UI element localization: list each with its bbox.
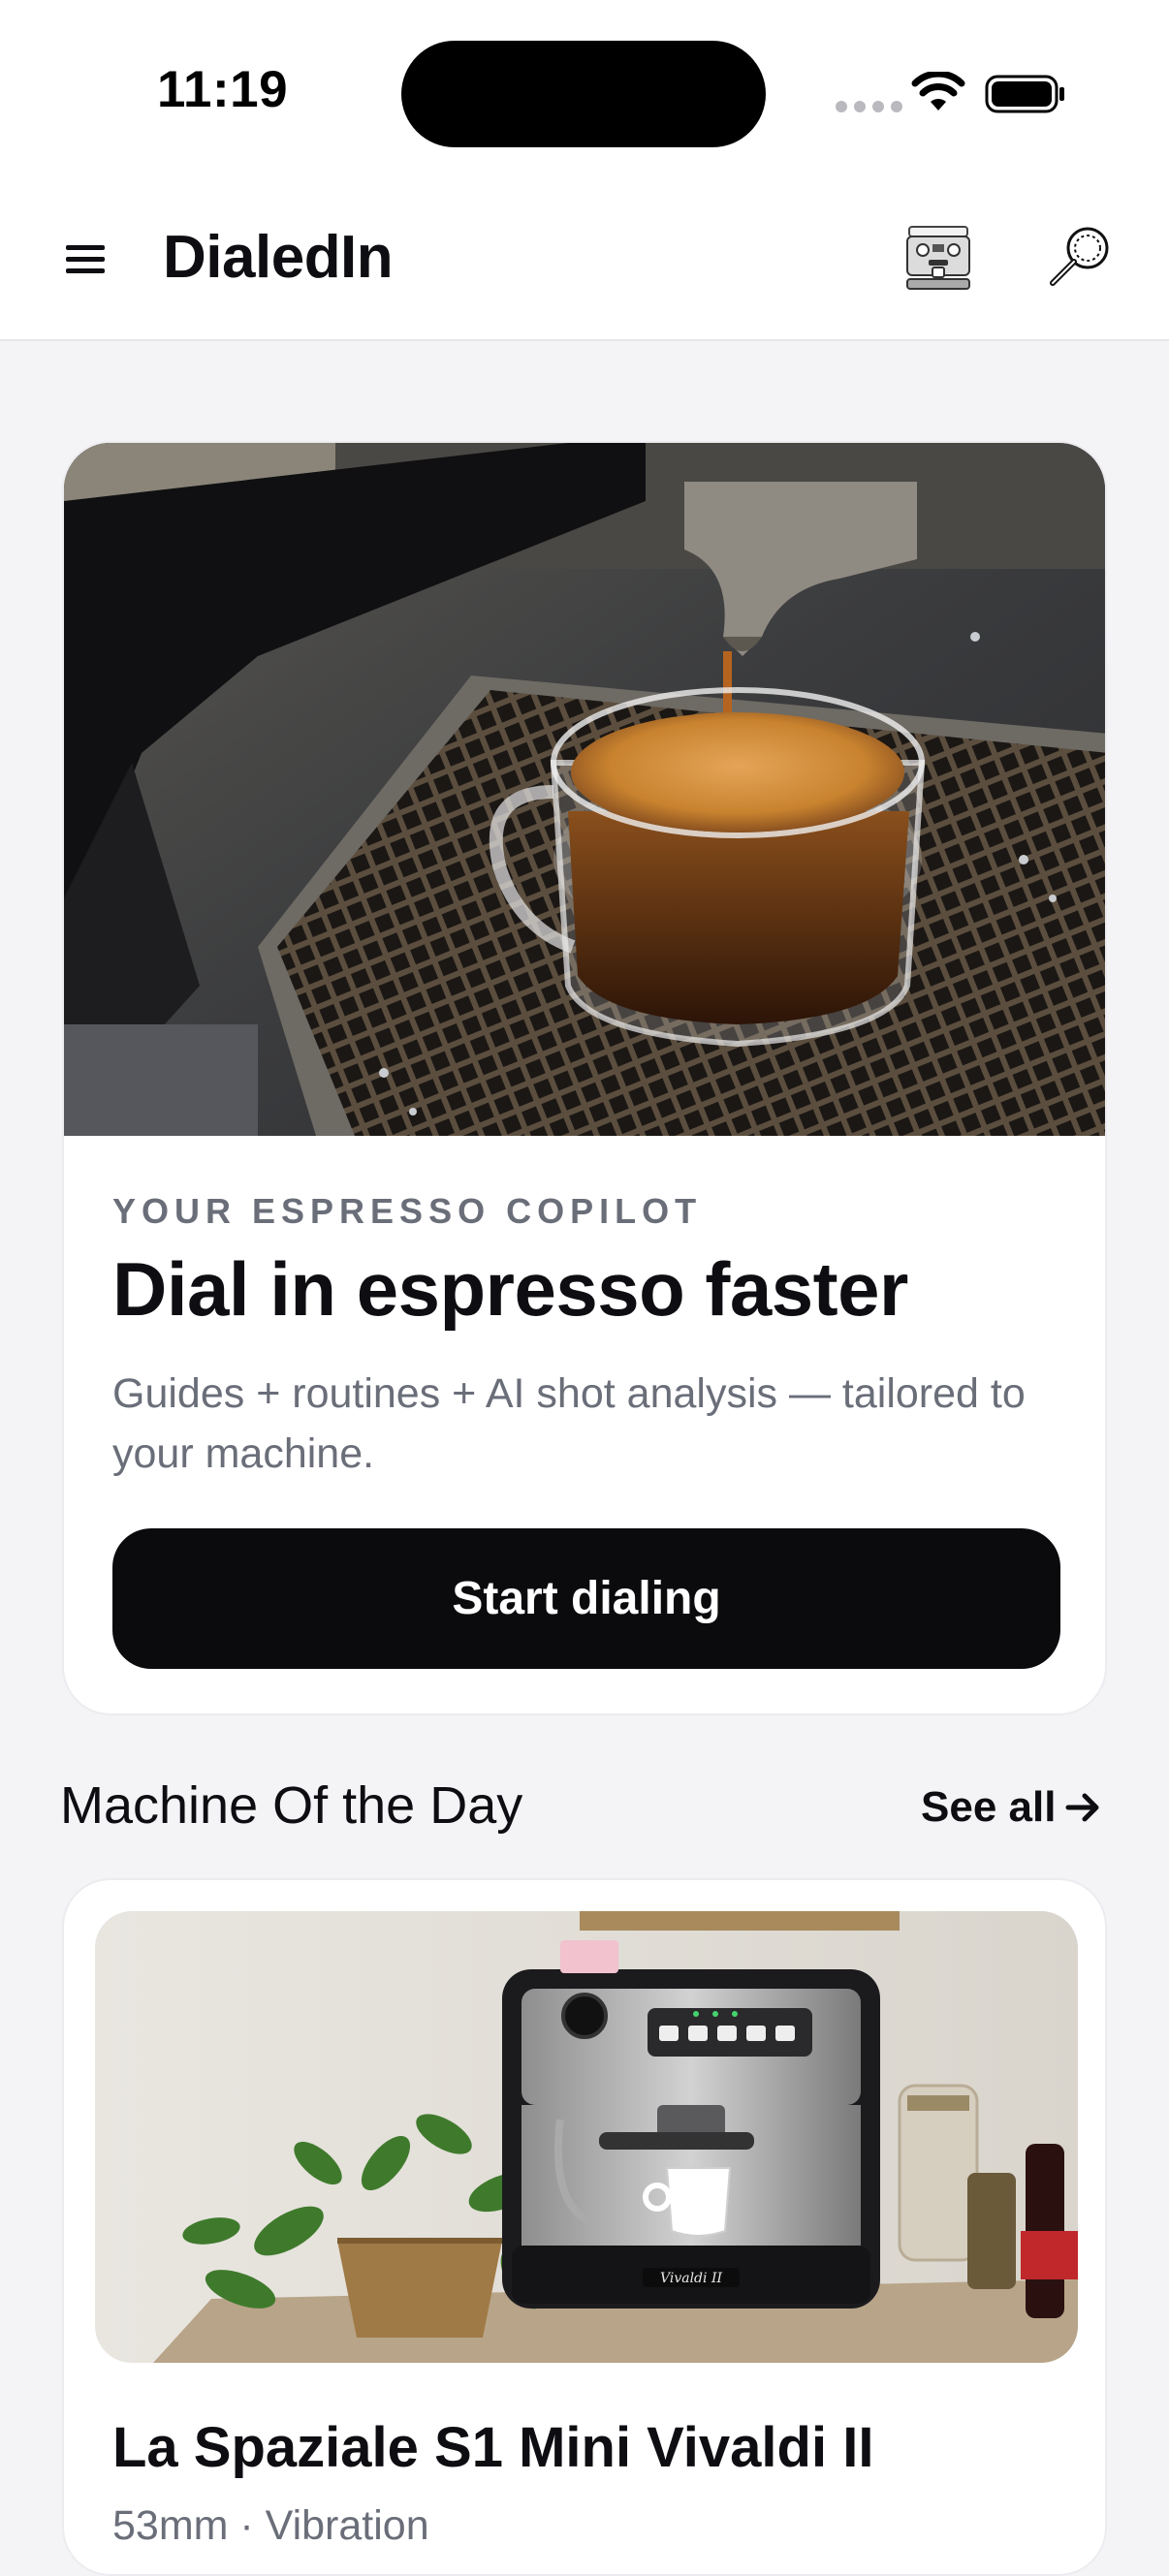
- hero-eyebrow: YOUR ESPRESSO COPILOT: [112, 1191, 703, 1231]
- espresso-shot-photo: [64, 443, 1105, 1136]
- wifi-icon: [911, 72, 965, 110]
- hero-subtitle: Guides + routines + AI shot analysis — t…: [112, 1370, 1026, 1477]
- espresso-machine-photo[interactable]: Vivaldi II: [95, 1911, 1078, 2363]
- cellular-signal-icon: [836, 101, 902, 112]
- hero-title: Dial in espresso faster: [112, 1246, 908, 1332]
- see-all-link[interactable]: See all: [921, 1783, 1102, 1832]
- machine-specs: 53mm · Vibration: [112, 2502, 429, 2549]
- hero-card: YOUR ESPRESSO COPILOT Dial in espresso f…: [62, 441, 1107, 1715]
- status-time: 11:19: [157, 61, 289, 118]
- app-title: DialedIn: [163, 224, 394, 291]
- machine-name: La Spaziale S1 Mini Vivaldi II: [112, 2416, 874, 2479]
- status-bar: 11:19: [0, 0, 1169, 184]
- see-all-label: See all: [921, 1783, 1057, 1831]
- machine-card[interactable]: Vivaldi II La Spaziale S1 Mini Vivaldi I…: [62, 1878, 1107, 2576]
- arrow-right-icon: [1065, 1793, 1099, 1822]
- app-header: DialedIn: [0, 184, 1169, 341]
- section-title: Machine Of the Day: [60, 1776, 523, 1835]
- espresso-machine-icon[interactable]: [900, 219, 977, 297]
- menu-icon[interactable]: [64, 238, 107, 281]
- dynamic-island: [401, 41, 766, 147]
- battery-icon: [985, 75, 1064, 113]
- start-dialing-button[interactable]: Start dialing: [112, 1528, 1060, 1669]
- portafilter-search-icon[interactable]: [1043, 223, 1113, 293]
- machine-badge: Vivaldi II: [660, 2271, 722, 2286]
